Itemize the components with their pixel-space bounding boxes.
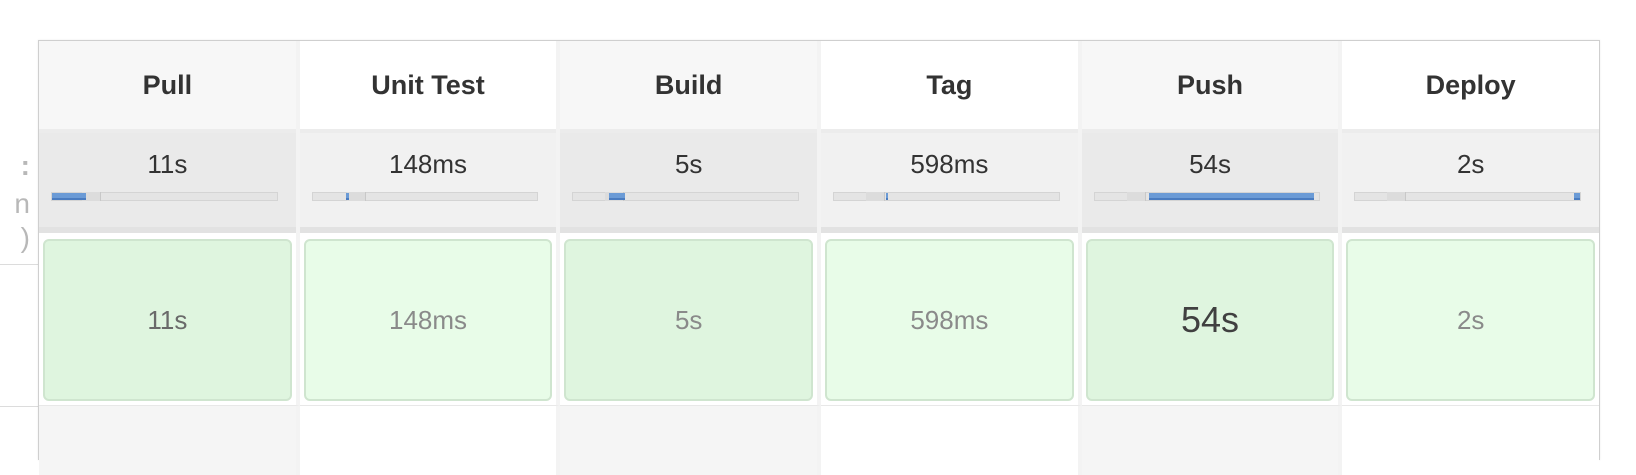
run-col-pull: 11s	[39, 233, 300, 405]
stage-name: Push	[1081, 41, 1339, 133]
avg-col-pull: 11s	[39, 133, 300, 233]
avg-col-deploy: 2s	[1342, 133, 1600, 233]
avg-cell: 54s	[1081, 133, 1339, 233]
build-run-row: 11s 148ms 5s 598ms 54s 2s	[39, 233, 1599, 405]
avg-time: 2s	[1456, 149, 1485, 179]
avg-cell: 148ms	[299, 133, 557, 233]
next-cell	[299, 405, 561, 475]
timeline-fill	[609, 193, 625, 200]
avg-cell: 5s	[560, 133, 818, 233]
timeline-fill	[1148, 193, 1314, 200]
stage-name: Build	[560, 41, 818, 133]
clipped-text-n: n	[14, 188, 30, 219]
left-divider	[0, 264, 40, 265]
timeline-fill	[1574, 193, 1581, 200]
avg-time: 11s	[147, 149, 188, 179]
timeline-fill	[346, 193, 349, 200]
stage-result-cell[interactable]: 598ms	[825, 239, 1074, 401]
avg-time: 148ms	[388, 149, 468, 179]
average-times-row: 11s 148ms 5s 598ms 54s 2s	[39, 133, 1600, 233]
timeline-bar	[1093, 192, 1321, 201]
stage-header-row: Pull Unit Test Build Tag Push Deploy	[39, 41, 1600, 133]
run-col-tag: 598ms	[821, 233, 1082, 405]
stage-name: Pull	[39, 41, 296, 133]
stage-result-cell[interactable]: 11s	[43, 239, 292, 401]
avg-time: 54s	[1189, 149, 1231, 179]
run-col-unit-test: 148ms	[300, 233, 561, 405]
stage-header-build: Build	[560, 41, 822, 133]
stage-result-cell[interactable]: 148ms	[303, 239, 553, 401]
avg-cell: 11s	[39, 133, 296, 233]
timeline-bar	[572, 192, 800, 201]
next-cell	[1081, 405, 1343, 475]
avg-col-build: 5s	[560, 133, 822, 233]
avg-time: 598ms	[910, 149, 989, 179]
avg-col-tag: 598ms	[821, 133, 1082, 233]
clipped-text-colon: :	[20, 150, 30, 181]
stage-header-tag: Tag	[821, 41, 1082, 133]
next-cell	[560, 405, 822, 475]
stage-header-deploy: Deploy	[1342, 41, 1600, 133]
stage-result-cell[interactable]: 2s	[1346, 239, 1596, 401]
avg-col-push: 54s	[1081, 133, 1343, 233]
run-col-build: 5s	[560, 233, 822, 405]
timeline-bar	[833, 192, 1060, 201]
stage-name: Unit Test	[299, 41, 557, 133]
timeline-bar	[311, 192, 539, 201]
run-col-push: 54s	[1082, 233, 1343, 405]
next-cell	[1342, 405, 1600, 475]
stage-name: Tag	[821, 41, 1078, 133]
avg-col-unit-test: 148ms	[299, 133, 561, 233]
avg-cell: 2s	[1342, 133, 1600, 233]
pipeline-stage-view: Pull Unit Test Build Tag Push Deploy 11s…	[38, 40, 1600, 475]
stage-result-cell[interactable]: 5s	[564, 239, 814, 401]
clipped-text-paren: )	[20, 222, 30, 253]
stage-header-push: Push	[1081, 41, 1343, 133]
next-cell	[821, 405, 1082, 475]
stage-header-pull: Pull	[39, 41, 300, 133]
timeline-fill	[52, 193, 86, 200]
run-col-deploy: 2s	[1342, 233, 1599, 405]
timeline-bar	[1354, 192, 1582, 201]
timeline-fill	[885, 193, 888, 200]
left-divider	[0, 406, 40, 407]
next-cell	[39, 405, 300, 475]
stage-result-cell[interactable]: 54s	[1085, 239, 1335, 401]
stage-header-unit-test: Unit Test	[299, 41, 561, 133]
stage-name: Deploy	[1342, 41, 1600, 133]
avg-time: 5s	[674, 149, 703, 179]
timeline-bar	[51, 192, 278, 201]
next-run-row	[39, 405, 1600, 475]
avg-cell: 598ms	[821, 133, 1078, 233]
